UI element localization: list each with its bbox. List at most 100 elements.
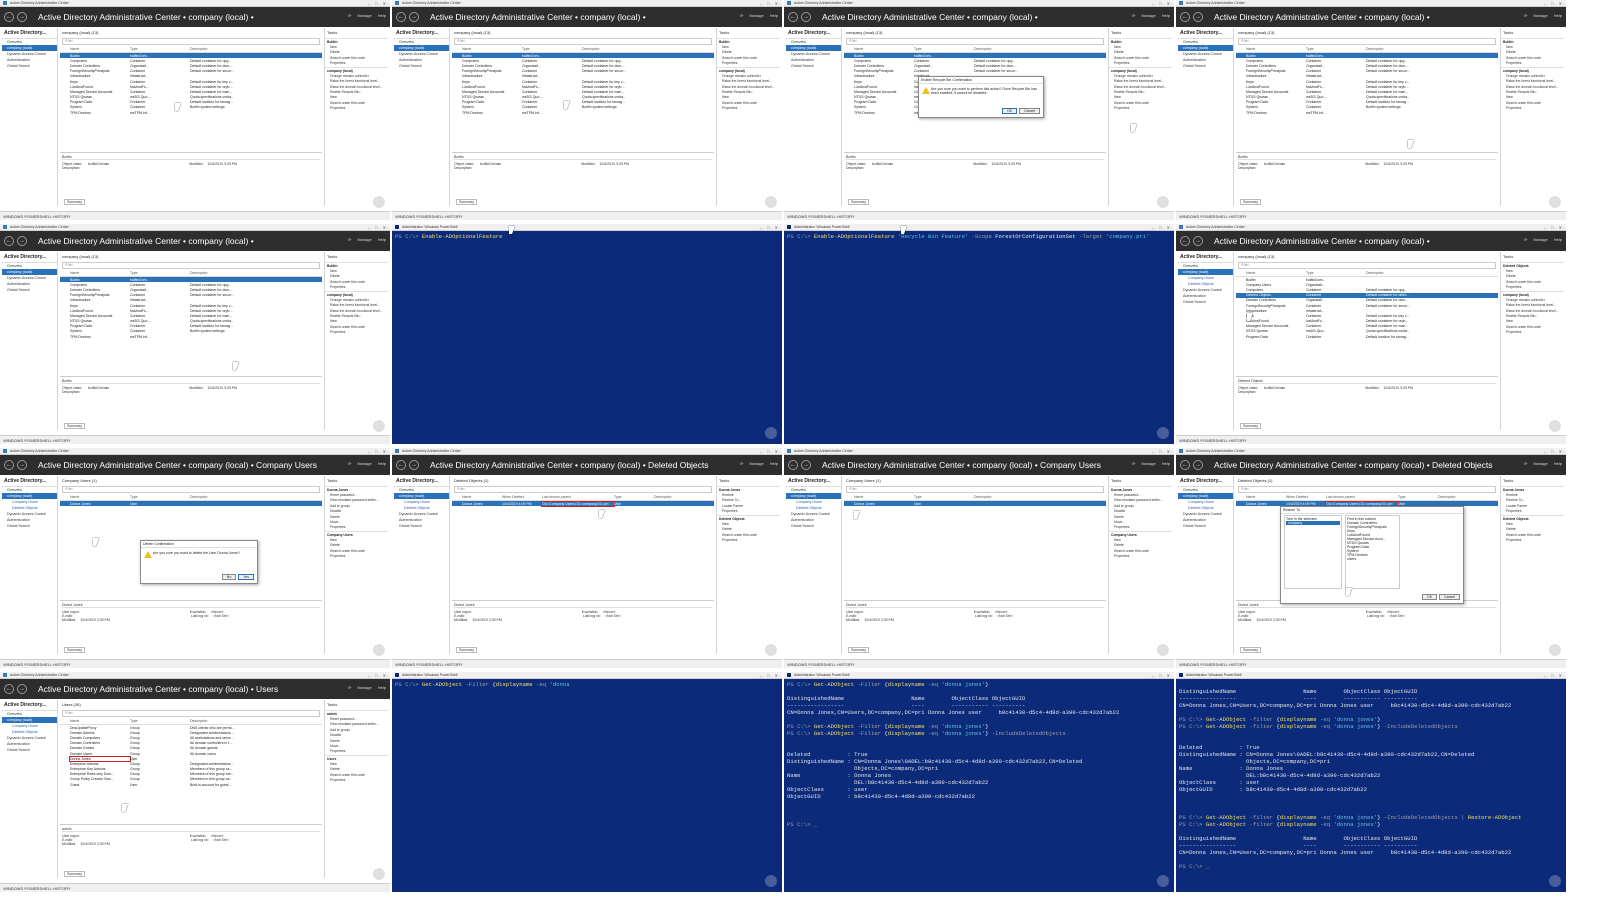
back-button[interactable]: ← bbox=[1180, 236, 1190, 246]
sidebar-item[interactable]: Global Search bbox=[2, 747, 57, 753]
window-controls[interactable]: – □ ✕ bbox=[760, 673, 780, 678]
powershell-history-bar[interactable]: WINDOWS POWERSHELL HISTORY bbox=[784, 659, 1174, 668]
summary-button[interactable]: Summary bbox=[456, 199, 477, 205]
forward-button[interactable]: → bbox=[17, 236, 27, 246]
filter-input[interactable]: Filter bbox=[1238, 38, 1496, 45]
task-item[interactable]: Properties bbox=[325, 285, 388, 290]
column-header[interactable]: Type bbox=[522, 47, 582, 51]
filter-input[interactable]: Filter bbox=[846, 486, 1104, 493]
column-header[interactable]: Name bbox=[70, 271, 130, 275]
powershell-console[interactable]: PS C:\> Enable-ADOptionalFeature 'Recycl… bbox=[787, 233, 1171, 441]
help-menu[interactable]: Help bbox=[1554, 237, 1562, 242]
back-button[interactable]: ← bbox=[788, 12, 798, 22]
window-controls[interactable]: – □ ✕ bbox=[1544, 225, 1564, 230]
refresh-icon[interactable]: ⟳ bbox=[1524, 237, 1527, 242]
column-header[interactable]: Name bbox=[854, 495, 914, 499]
help-menu[interactable]: Help bbox=[770, 461, 778, 466]
column-header[interactable]: Last known parent bbox=[542, 495, 614, 499]
table-row[interactable]: Donna Jones User bbox=[844, 501, 1106, 507]
manage-menu[interactable]: Manage bbox=[357, 461, 371, 466]
window-controls[interactable]: – □ ✕ bbox=[1544, 449, 1564, 454]
table-row[interactable]: TPM Devices msTPM-Inf... bbox=[1236, 110, 1498, 115]
window-controls[interactable]: – □ ✕ bbox=[760, 449, 780, 454]
help-menu[interactable]: Help bbox=[378, 461, 386, 466]
column-header[interactable]: Description bbox=[1438, 495, 1478, 499]
task-item[interactable]: Properties bbox=[1501, 285, 1564, 290]
filter-input[interactable]: Filter bbox=[62, 262, 320, 269]
task-item[interactable]: Raise the forest functional level... bbox=[1501, 303, 1564, 308]
expand-icon[interactable] bbox=[373, 196, 385, 208]
column-header[interactable]: Name bbox=[854, 47, 914, 51]
cancel-button[interactable]: Cancel bbox=[1439, 594, 1460, 600]
column-header[interactable]: Name bbox=[70, 495, 130, 499]
yes-button[interactable]: Yes bbox=[238, 574, 254, 580]
window-controls[interactable]: – □ ✕ bbox=[1152, 673, 1172, 678]
help-menu[interactable]: Help bbox=[1554, 13, 1562, 18]
refresh-icon[interactable]: ⟳ bbox=[740, 461, 743, 466]
no-button[interactable]: No bbox=[221, 574, 237, 580]
task-item[interactable]: Raise the domain functional level... bbox=[325, 308, 388, 313]
forward-button[interactable]: → bbox=[17, 684, 27, 694]
column-header[interactable]: Type bbox=[130, 271, 190, 275]
table-row[interactable]: TPM Devices msTPM-Inf... bbox=[60, 110, 322, 115]
task-item[interactable]: Properties bbox=[325, 778, 388, 783]
expand-icon[interactable] bbox=[765, 196, 777, 208]
sidebar-item[interactable]: Global Search bbox=[1178, 523, 1233, 529]
column-header[interactable]: Description bbox=[1366, 47, 1426, 51]
column-header[interactable]: When Deleted bbox=[1286, 495, 1326, 499]
task-item[interactable]: Raise the forest functional level... bbox=[1501, 79, 1564, 84]
column-header[interactable]: Description bbox=[974, 495, 1034, 499]
window-controls[interactable]: – □ ✕ bbox=[1544, 673, 1564, 678]
task-item[interactable]: Raise the forest functional level... bbox=[325, 303, 388, 308]
column-header[interactable]: Name bbox=[1246, 495, 1286, 499]
refresh-icon[interactable]: ⟳ bbox=[348, 237, 351, 242]
task-item[interactable]: Properties bbox=[717, 509, 780, 514]
column-header[interactable]: Type bbox=[1398, 495, 1438, 499]
forward-button[interactable]: → bbox=[17, 12, 27, 22]
column-header[interactable]: Name bbox=[462, 495, 502, 499]
powershell-history-bar[interactable]: WINDOWS POWERSHELL HISTORY bbox=[0, 211, 390, 220]
task-item[interactable]: Raise the forest functional level... bbox=[717, 79, 780, 84]
task-item[interactable]: Properties bbox=[325, 61, 388, 66]
filter-input[interactable]: Filter bbox=[454, 486, 712, 493]
powershell-history-bar[interactable]: WINDOWS POWERSHELL HISTORY bbox=[784, 211, 1174, 220]
refresh-icon[interactable]: ⟳ bbox=[348, 685, 351, 690]
powershell-console[interactable]: DistinguishedName Name ObjectClass Objec… bbox=[1179, 681, 1563, 889]
column-header[interactable]: Description bbox=[190, 271, 250, 275]
help-menu[interactable]: Help bbox=[378, 685, 386, 690]
summary-button[interactable]: Summary bbox=[456, 647, 477, 653]
task-item[interactable]: View resultant password settin... bbox=[325, 498, 388, 503]
sidebar-item[interactable]: Global Search bbox=[394, 63, 449, 69]
window-controls[interactable]: – □ ✕ bbox=[368, 225, 388, 230]
column-header[interactable]: Type bbox=[614, 495, 654, 499]
summary-button[interactable]: Summary bbox=[64, 423, 85, 429]
expand-icon[interactable] bbox=[373, 644, 385, 656]
column-header[interactable]: Name bbox=[70, 47, 130, 51]
column-header[interactable]: Name bbox=[70, 719, 130, 723]
task-item[interactable]: Properties bbox=[325, 749, 388, 754]
column-header[interactable]: Type bbox=[130, 47, 190, 51]
manage-menu[interactable]: Manage bbox=[357, 685, 371, 690]
forward-button[interactable]: → bbox=[17, 460, 27, 470]
column-header[interactable]: Type bbox=[914, 495, 974, 499]
window-controls[interactable]: – □ ✕ bbox=[1152, 449, 1172, 454]
summary-button[interactable]: Summary bbox=[1240, 423, 1261, 429]
back-button[interactable]: ← bbox=[1180, 460, 1190, 470]
refresh-icon[interactable]: ⟳ bbox=[1132, 13, 1135, 18]
window-controls[interactable]: – □ ✕ bbox=[1152, 225, 1172, 230]
window-controls[interactable]: – □ ✕ bbox=[760, 225, 780, 230]
refresh-icon[interactable]: ⟳ bbox=[740, 13, 743, 18]
column-header[interactable]: Type bbox=[1306, 47, 1366, 51]
task-item[interactable]: Properties bbox=[717, 61, 780, 66]
expand-icon[interactable] bbox=[765, 644, 777, 656]
task-item[interactable]: Properties bbox=[1501, 509, 1564, 514]
summary-button[interactable]: Summary bbox=[64, 647, 85, 653]
task-item[interactable]: Properties bbox=[1501, 61, 1564, 66]
forward-button[interactable]: → bbox=[801, 460, 811, 470]
expand-icon[interactable] bbox=[1549, 420, 1561, 432]
help-menu[interactable]: Help bbox=[1162, 13, 1170, 18]
ok-button[interactable]: OK bbox=[1002, 108, 1018, 114]
filter-input[interactable]: Filter bbox=[1238, 262, 1496, 269]
task-item[interactable]: Properties bbox=[1501, 537, 1564, 542]
filter-input[interactable]: Filter bbox=[62, 38, 320, 45]
